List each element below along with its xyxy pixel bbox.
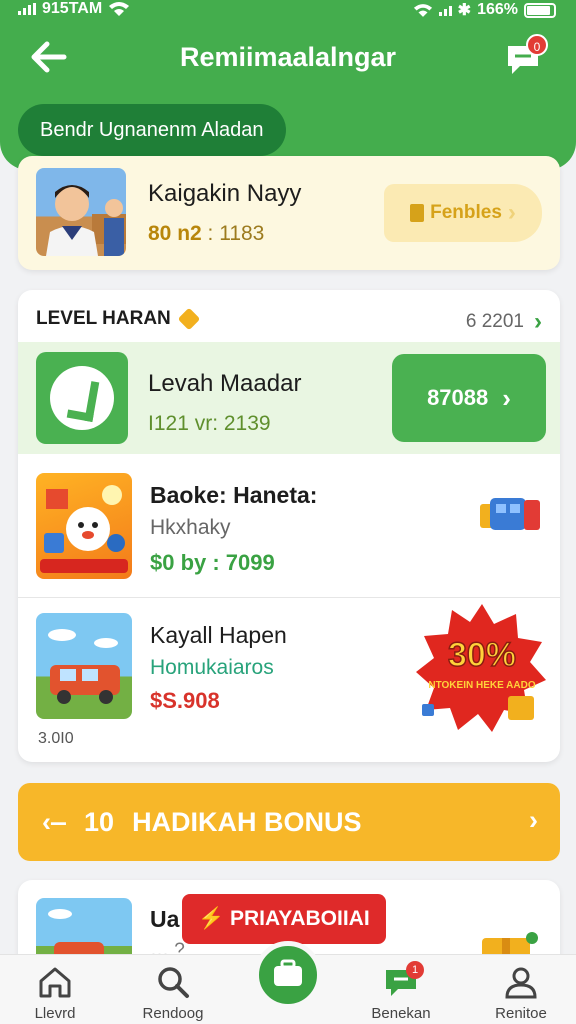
search-icon xyxy=(158,967,189,998)
section-link[interactable]: 6 2201 › xyxy=(466,308,542,336)
status-bar: 915TAM ✱ 166% xyxy=(0,0,576,22)
battery-icon xyxy=(524,2,556,18)
filter-chip[interactable]: Bendr Ugnanenm Aladan xyxy=(18,104,286,156)
nav-center-button[interactable] xyxy=(254,941,322,1009)
list-item[interactable]: Baoke: Haneta: Hkxhaky $0 by : 7099 xyxy=(18,468,560,598)
nav-item-search[interactable]: Rendoog xyxy=(118,965,228,1022)
cellular-signal-icon xyxy=(18,3,36,15)
item-subtitle: Homukaiaros xyxy=(150,656,274,679)
promo-badge[interactable]: ⚡ PRIAYABOIIAI xyxy=(182,894,386,944)
bonus-banner[interactable]: ‹‒ 10 HADIKAH BONUS › xyxy=(18,783,560,861)
messages-button[interactable]: 0 xyxy=(504,34,548,78)
item-price: $S.908 xyxy=(150,688,220,713)
game-thumbnail xyxy=(36,473,132,579)
bottom-navigation: Llevrd Rendoog 1 Benekan Renitoe xyxy=(0,941,576,1024)
bonus-count: 10 xyxy=(84,807,115,837)
bonus-label: HADIKAH BONUS xyxy=(132,807,362,837)
checkmark-icon xyxy=(36,352,128,444)
section-title: LEVEL HARAN xyxy=(36,307,201,331)
page-title: Remiimaalalngar xyxy=(179,42,397,72)
item-name: Baoke: Haneta: xyxy=(150,482,318,508)
ticket-icon xyxy=(410,204,425,222)
chevron-right-icon: › xyxy=(507,199,516,226)
profile-meta: 80 n2 : 1183 xyxy=(148,222,265,245)
notification-badge: 1 xyxy=(406,961,424,979)
claim-button[interactable]: 87088 › xyxy=(392,354,546,442)
highlighted-offer[interactable]: Levah Maadar I121 vr: 2139 87088 › xyxy=(18,342,560,454)
bluetooth-icon: ✱ xyxy=(457,2,472,19)
briefcase-icon xyxy=(274,959,302,986)
promo-name: Ua xyxy=(150,906,180,932)
arrow-left-icon: ‹‒ xyxy=(42,807,67,837)
profile-name: Kaigakin Nayy xyxy=(148,180,302,207)
wifi-icon xyxy=(109,2,130,16)
avatar xyxy=(36,168,126,256)
gem-icon xyxy=(177,307,201,331)
battery-percentage: 166% xyxy=(477,1,518,18)
game-thumbnail xyxy=(36,613,132,719)
notification-badge: 0 xyxy=(526,34,548,56)
user-icon xyxy=(505,967,537,999)
list-footer-text: 3.0I0 xyxy=(38,730,74,747)
sparkle-icon: ⚡ xyxy=(198,907,225,930)
offer-meta: I121 vr: 2139 xyxy=(148,412,271,435)
profile-card[interactable]: Kaigakin Nayy 80 n2 : 1183 Fenbles › xyxy=(18,156,560,270)
nav-item-messages[interactable]: 1 Benekan xyxy=(346,961,456,1022)
item-subtitle: Hkxhaky xyxy=(150,516,231,539)
discount-percent: 30% xyxy=(448,636,516,674)
discount-tag: NTOKEIN HEKE AADO xyxy=(428,680,535,691)
chevron-right-icon: › xyxy=(534,308,542,335)
wifi-icon xyxy=(413,3,432,17)
nav-item-home[interactable]: Llevrd xyxy=(0,965,110,1022)
offers-card: LEVEL HARAN 6 2201 › Levah Maadar I121 v… xyxy=(18,290,560,762)
item-price: $0 by : 7099 xyxy=(150,550,275,575)
discount-burst-badge: 30% NTOKEIN HEKE AADO xyxy=(416,604,546,732)
chevron-right-icon: › xyxy=(502,382,511,413)
carrier-label: 915TAM xyxy=(42,0,103,17)
item-name: Kayall Hapen xyxy=(150,622,287,648)
home-icon xyxy=(39,967,71,998)
features-button-label: Fenbles xyxy=(430,202,502,223)
toy-blocks-icon xyxy=(480,498,540,530)
chevron-right-icon: › xyxy=(529,805,538,835)
nav-item-profile[interactable]: Renitoe xyxy=(466,965,576,1022)
cellular-signal-icon xyxy=(438,4,452,16)
features-button[interactable]: Fenbles › xyxy=(384,184,542,242)
offer-name: Levah Maadar xyxy=(148,370,302,397)
